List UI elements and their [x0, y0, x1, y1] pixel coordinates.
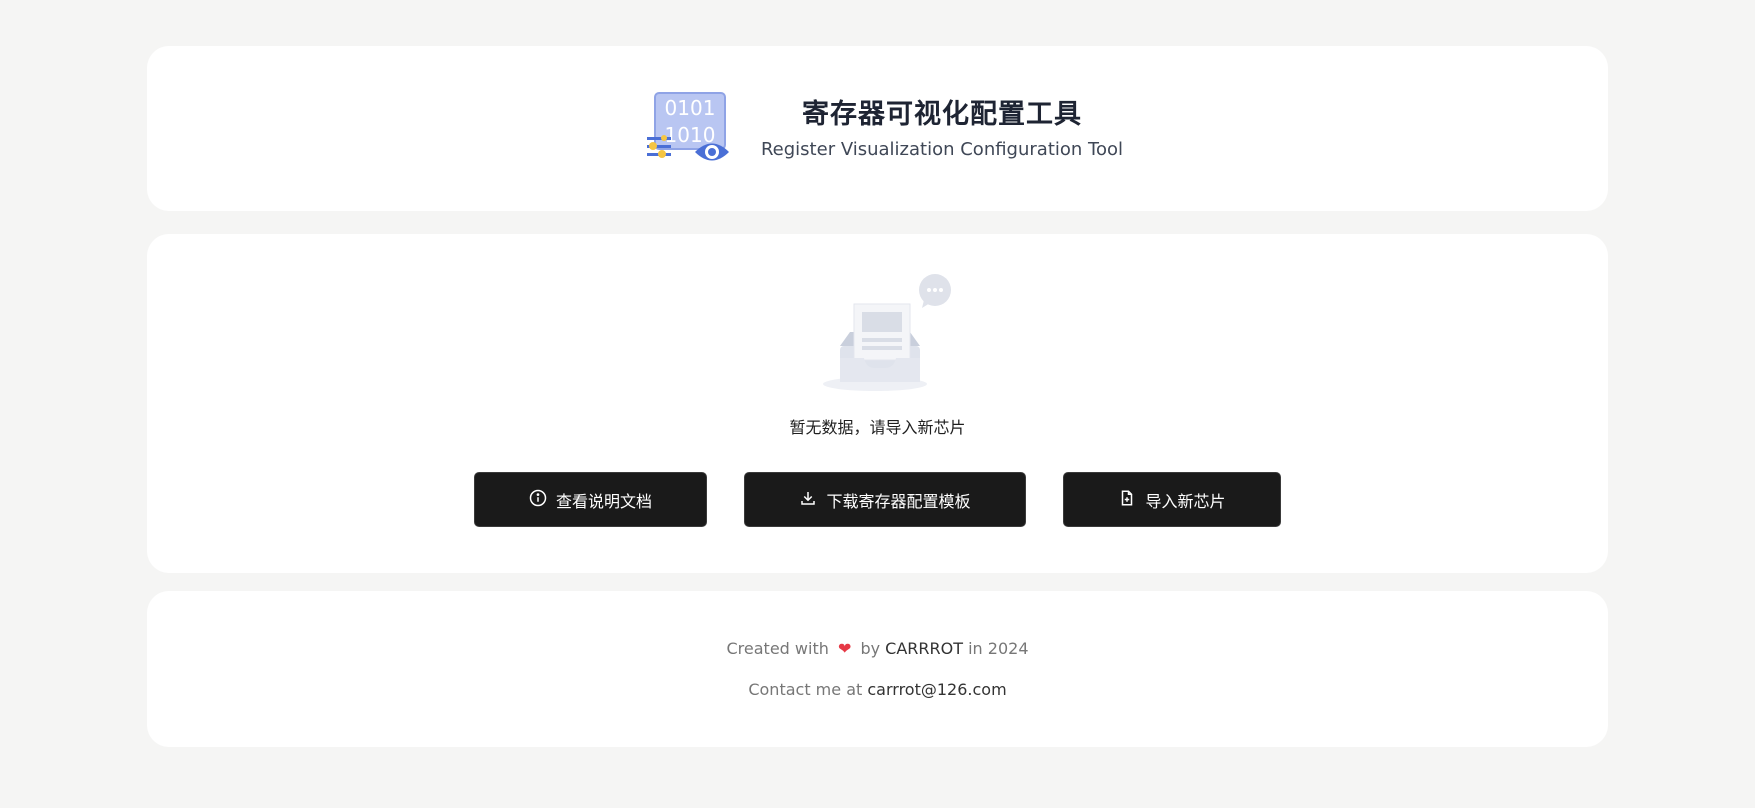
view-docs-button[interactable]: 查看说明文档: [474, 472, 707, 527]
credits-suffix: in 2024: [968, 639, 1029, 658]
footer-card: Created with ❤ by CARRROT in 2024 Contac…: [147, 591, 1608, 747]
import-chip-label: 导入新芯片: [1145, 491, 1226, 511]
main-card: 暂无数据，请导入新芯片 查看说明文档 下载寄存器配置模板 导入新芯片: [147, 234, 1608, 573]
download-template-button[interactable]: 下载寄存器配置模板: [744, 472, 1026, 527]
author-name: CARRROT: [885, 639, 964, 658]
empty-state-message: 暂无数据，请导入新芯片: [789, 418, 966, 437]
credits-line: Created with ❤ by CARRROT in 2024: [147, 639, 1608, 658]
credits-prefix: Created with: [726, 639, 829, 658]
info-circle-icon: [529, 489, 547, 511]
svg-text:1010: 1010: [665, 123, 716, 147]
contact-email-link[interactable]: carrrot@126.com: [867, 680, 1006, 699]
download-template-label: 下载寄存器配置模板: [826, 491, 971, 511]
file-plus-icon: [1118, 489, 1136, 511]
credits-by: by: [860, 639, 881, 658]
svg-text:0101: 0101: [665, 96, 716, 120]
import-chip-button[interactable]: 导入新芯片: [1063, 472, 1281, 527]
heart-icon: ❤: [837, 639, 852, 658]
contact-line: Contact me at carrrot@126.com: [147, 680, 1608, 699]
empty-inbox-icon: [822, 274, 952, 394]
page-title: 寄存器可视化配置工具: [802, 99, 1082, 130]
download-icon: [799, 489, 817, 511]
view-docs-label: 查看说明文档: [555, 491, 652, 511]
contact-prefix: Contact me at: [748, 680, 863, 699]
page-subtitle: Register Visualization Configuration Too…: [760, 139, 1123, 160]
binary-eye-logo-icon: 0101 1010: [647, 91, 735, 171]
header-card: 0101 1010 寄存器可视化配置工具 Register Visualizat…: [147, 46, 1608, 211]
